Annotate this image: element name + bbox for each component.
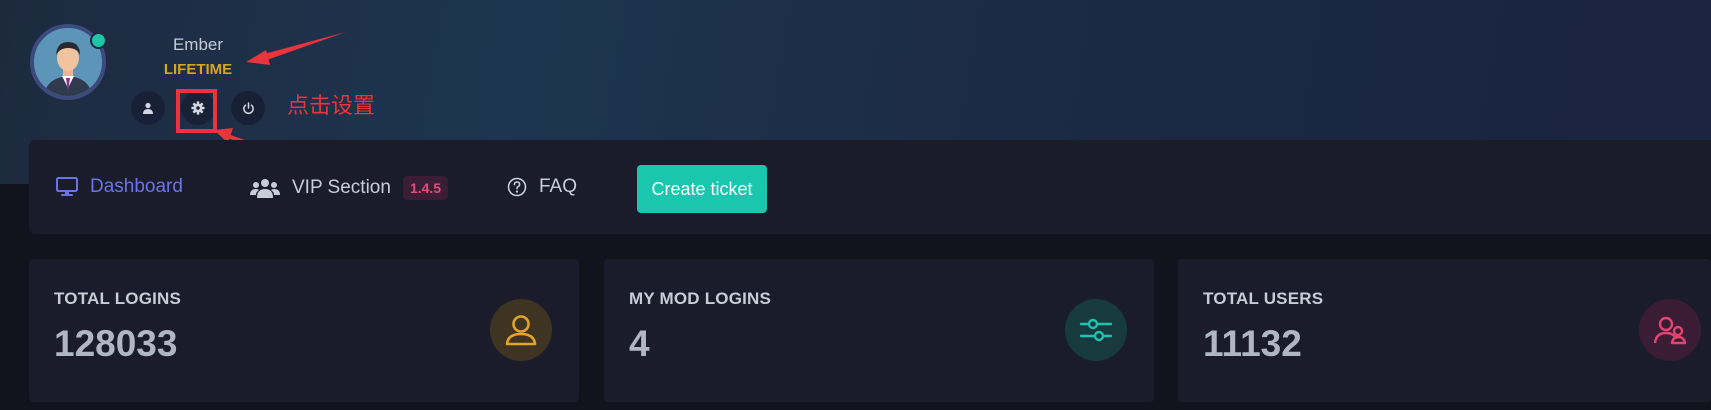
stat-icon-badge (490, 299, 552, 361)
nav-dashboard[interactable]: Dashboard (56, 176, 183, 198)
annotation-arrow-to-plan (260, 32, 346, 61)
stat-label: MY MOD LOGINS (629, 289, 772, 308)
stat-icon-badge (1065, 299, 1127, 361)
nav-faq[interactable]: FAQ (507, 176, 577, 198)
stat-card-mod-logins: MY MOD LOGINS 4 (604, 259, 1154, 402)
main-navbar: Dashboard VIP Section 1.4.5 FAQ Create t… (29, 140, 1711, 234)
stat-card-total-users: TOTAL USERS 11132 (1178, 259, 1711, 402)
annotation-arrow-to-plan-head (246, 50, 270, 65)
nav-vip-section[interactable]: VIP Section 1.4.5 (250, 176, 449, 200)
nav-faq-label: FAQ (539, 176, 578, 197)
sliders-icon (1079, 318, 1113, 342)
question-circle-icon (507, 177, 527, 197)
stat-icon-badge (1639, 299, 1701, 361)
version-badge: 1.4.5 (402, 176, 449, 200)
create-ticket-button[interactable]: Create ticket (637, 165, 767, 213)
stat-value: 11132 (1203, 323, 1302, 364)
user-icon (505, 315, 537, 346)
users-icon (1653, 316, 1687, 345)
monitor-icon (56, 177, 78, 196)
users-icon (250, 179, 280, 198)
stat-value: 128033 (54, 323, 178, 364)
stat-label: TOTAL LOGINS (54, 289, 182, 308)
nav-vip-label: VIP Section (292, 177, 391, 198)
nav-dashboard-label: Dashboard (90, 176, 183, 197)
stat-card-total-logins: TOTAL LOGINS 128033 (29, 259, 579, 402)
stat-label: TOTAL USERS (1203, 289, 1324, 308)
stat-value: 4 (629, 323, 650, 364)
